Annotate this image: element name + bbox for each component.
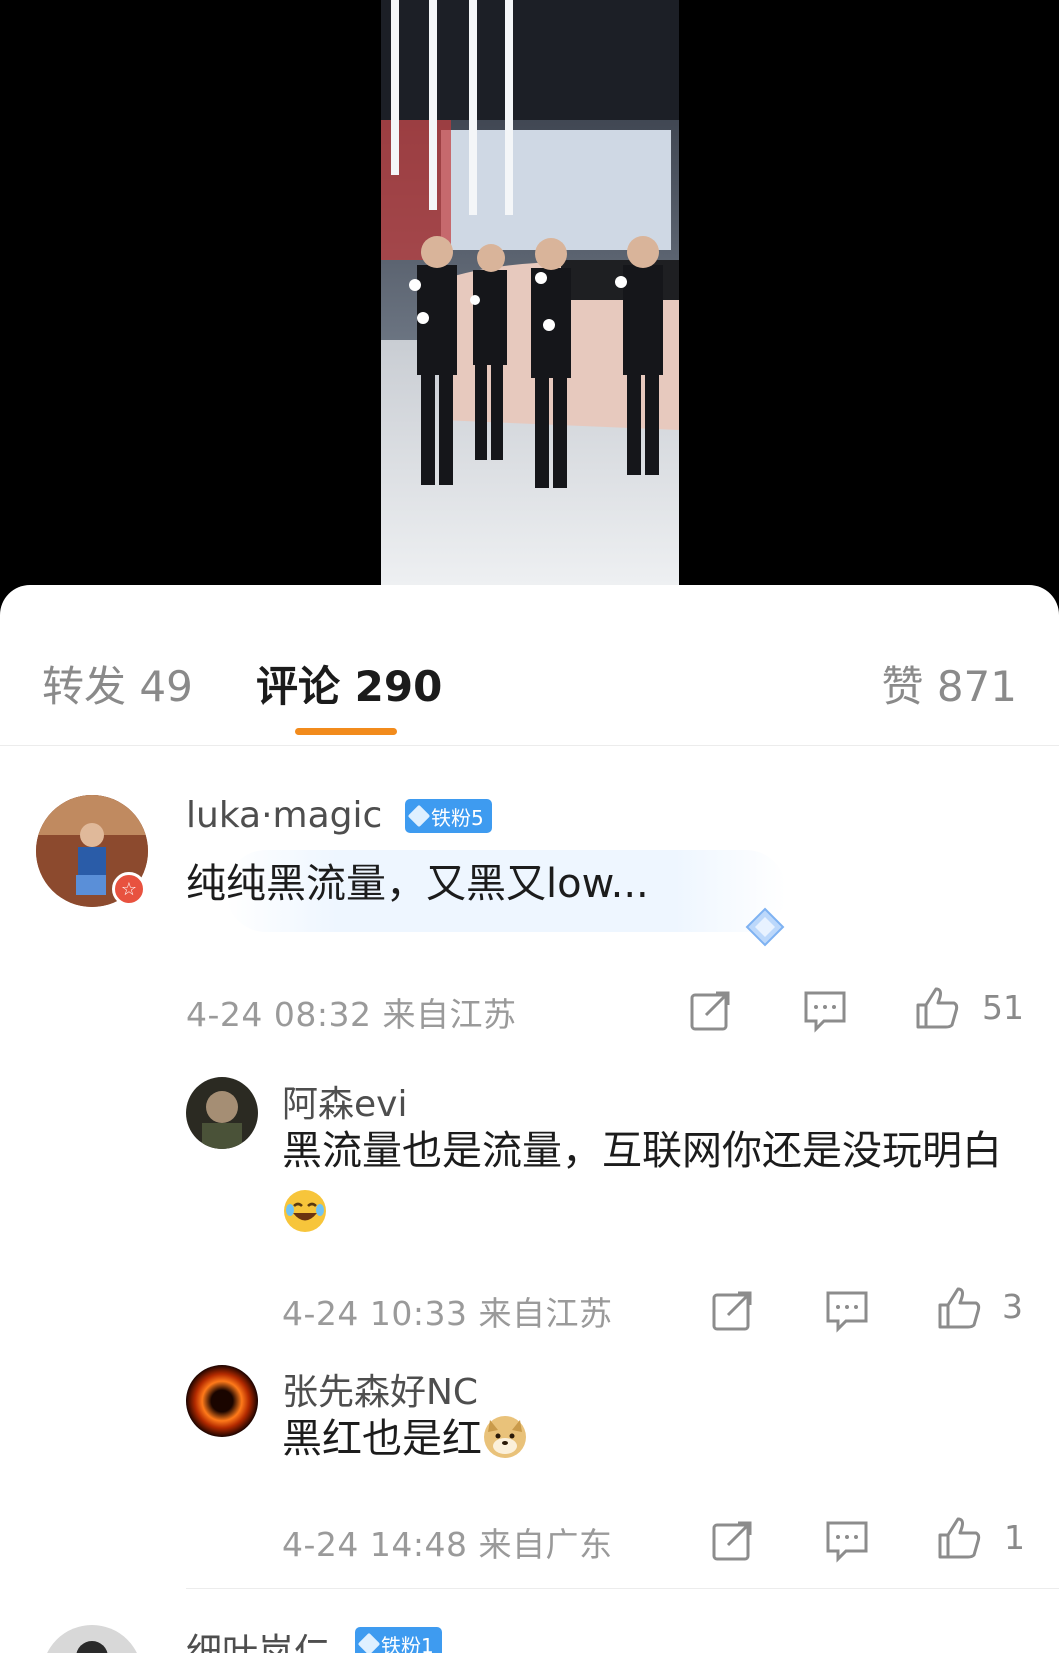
like-icon[interactable] bbox=[936, 1515, 982, 1561]
avatar[interactable] bbox=[186, 1365, 258, 1437]
like-icon[interactable] bbox=[936, 1285, 982, 1331]
comment-divider bbox=[186, 1588, 1059, 1589]
laughing-tears-emoji-icon bbox=[284, 1190, 326, 1232]
diamond-sparkle-icon bbox=[745, 907, 785, 947]
diamond-icon bbox=[357, 1632, 381, 1653]
fan-badge-label: 铁粉1 bbox=[381, 1633, 434, 1653]
avatar-image bbox=[186, 1077, 258, 1149]
comment-username[interactable]: luka·magic bbox=[186, 795, 382, 836]
comment-username[interactable]: 细叶岚仁 bbox=[186, 1623, 330, 1653]
diamond-icon bbox=[407, 804, 431, 828]
reply-text-content: 黑红也是红 bbox=[282, 1416, 482, 1462]
share-icon[interactable] bbox=[710, 1517, 756, 1563]
avatar-image bbox=[42, 1625, 142, 1653]
reply-icon[interactable] bbox=[802, 987, 848, 1033]
share-icon[interactable] bbox=[710, 1287, 756, 1333]
like-count: 51 bbox=[982, 988, 1024, 1027]
comment-text: 纯纯黑流量，又黑又low... bbox=[186, 861, 649, 907]
avatar-image bbox=[186, 1365, 258, 1437]
comments-sheet: 转发 49 评论 290 赞 871 ☆ luka·magic 铁粉5 纯纯黑流… bbox=[0, 585, 1059, 1653]
fan-badge: 铁粉5 bbox=[405, 799, 492, 833]
like-icon[interactable] bbox=[914, 985, 960, 1031]
share-icon[interactable] bbox=[688, 987, 734, 1033]
avatar[interactable] bbox=[186, 1077, 258, 1149]
reply-icon[interactable] bbox=[824, 1287, 870, 1333]
fan-badge: 铁粉1 bbox=[355, 1627, 442, 1653]
reply-text: 黑红也是红 bbox=[282, 1408, 526, 1470]
reply-meta: 4-24 14:48 来自广东 bbox=[282, 1525, 613, 1564]
reply-text-content: 黑流量也是流量，互联网你还是没玩明白 bbox=[282, 1128, 1002, 1174]
fan-badge-label: 铁粉5 bbox=[431, 805, 484, 830]
video-player[interactable] bbox=[0, 0, 1059, 600]
like-count: 3 bbox=[1002, 1287, 1023, 1326]
reply-icon[interactable] bbox=[824, 1517, 870, 1563]
video-thumbnail bbox=[381, 0, 679, 586]
avatar[interactable] bbox=[42, 1625, 142, 1653]
verified-badge-icon: ☆ bbox=[112, 872, 146, 906]
comment-item: ☆ luka·magic 铁粉5 纯纯黑流量，又黑又low... 4-24 08… bbox=[0, 585, 1059, 1653]
comment-meta: 4-24 08:32 来自江苏 bbox=[186, 995, 517, 1034]
doge-emoji-icon bbox=[484, 1416, 526, 1458]
video-frame[interactable] bbox=[381, 0, 679, 586]
reply-text: 黑流量也是流量，互联网你还是没玩明白 bbox=[282, 1120, 1022, 1244]
like-count: 1 bbox=[1004, 1518, 1025, 1557]
reply-meta: 4-24 10:33 来自江苏 bbox=[282, 1294, 613, 1333]
